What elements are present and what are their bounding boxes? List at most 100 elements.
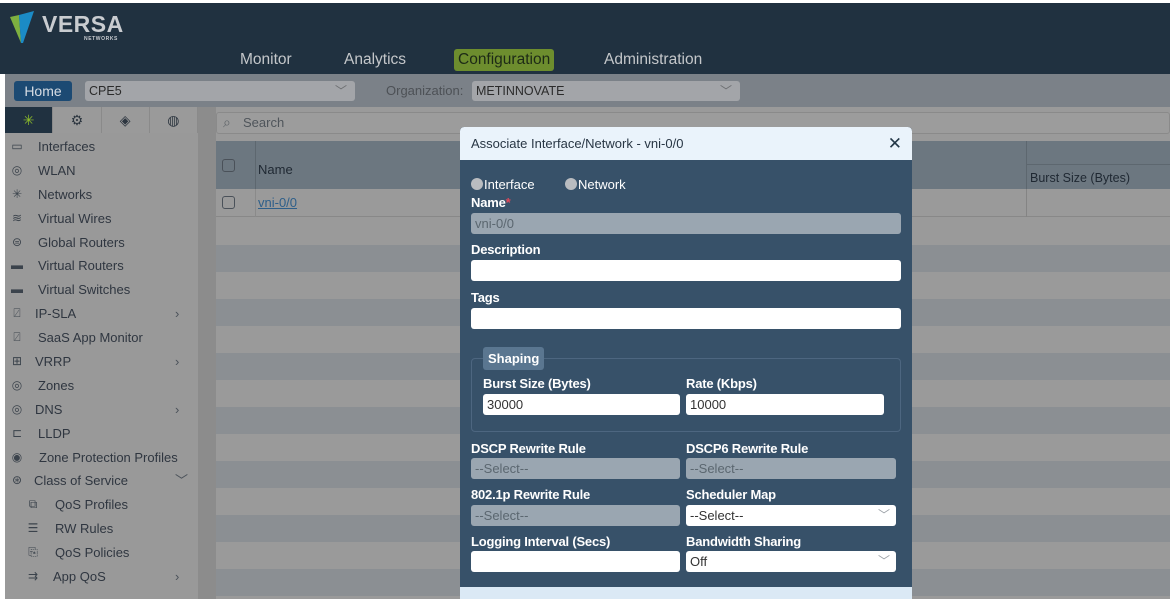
logging-interval-label: Logging Interval (Secs) [471, 534, 611, 549]
sidebar-item-wlan[interactable]: ◎ WLAN [5, 159, 198, 183]
sidebar-item-dns[interactable]: ◎ DNS › [5, 398, 198, 422]
column-divider [1026, 189, 1027, 217]
sidebar-item-qos-policies[interactable]: ⎘ QoS Policies [5, 541, 198, 565]
row-checkbox[interactable] [222, 196, 235, 209]
row-name-link[interactable]: vni-0/0 [258, 195, 297, 210]
sidebar-tabs: ✳ ⚙ ◈ ◍ [5, 107, 198, 133]
sidebar-item-zones[interactable]: ◎ Zones [5, 374, 198, 398]
sidebar-item-virtual-routers[interactable]: ▬ Virtual Routers [5, 254, 198, 278]
shaping-legend: Shaping [483, 347, 545, 370]
dscp-rewrite-select[interactable]: --Select-- [471, 458, 680, 479]
tags-field[interactable] [471, 308, 901, 329]
logging-interval-field[interactable] [471, 551, 680, 572]
sidebar-item-vrrp[interactable]: ⊞ VRRP › [5, 350, 198, 374]
dialog-header: Associate Interface/Network - vni-0/0 ✕ [460, 127, 912, 160]
sidebar-item-virtual-wires[interactable]: ≋ Virtual Wires [5, 207, 198, 231]
sidebar-item-global-routers[interactable]: ⊜ Global Routers [5, 231, 198, 255]
sidebar-item-label: Interfaces [38, 139, 96, 154]
sidebar-item-lldp[interactable]: ⊏ LLDP [5, 422, 198, 446]
sidebar-item-label: SaaS App Monitor [38, 330, 143, 346]
required-marker: * [505, 195, 511, 210]
top-header: VERSA NETWORKS Monitor Analytics Configu… [0, 3, 1170, 74]
sidebar-resize-gutter[interactable] [198, 107, 216, 599]
organization-select[interactable]: METINNOVATE ﹀ [472, 81, 740, 101]
sidebar-item-label: Global Routers [38, 234, 125, 250]
sidebar-item-label: Virtual Wires [38, 210, 112, 226]
gear-icon: ⚙ [70, 111, 84, 128]
nav-monitor[interactable]: Monitor [236, 49, 296, 71]
chevron-right-icon: › [175, 401, 180, 417]
tags-label: Tags [471, 290, 500, 305]
column-header-name[interactable]: Name [258, 162, 293, 177]
sidebar-item-label: Virtual Routers [38, 258, 124, 274]
sidebar-item-label: LLDP [38, 425, 71, 441]
sidebar-item-networks[interactable]: ✳ Networks [5, 183, 198, 207]
tab-others[interactable]: ◍ [149, 107, 198, 133]
zone-protection-icon: ◉ [11, 449, 23, 464]
nav-analytics[interactable]: Analytics [340, 49, 410, 71]
sidebar-item-label: IP-SLA [35, 306, 77, 322]
sidebar-item-class-of-service[interactable]: ⊛ Class of Service ﹀ [5, 469, 198, 493]
appliance-select[interactable]: CPE5 ﹀ [85, 81, 355, 101]
switch-icon: ▬ [11, 282, 23, 297]
lldp-icon: ⊏ [11, 425, 23, 440]
appliance-value: CPE5 [89, 84, 122, 98]
scheduler-map-value: --Select-- [690, 508, 744, 523]
chevron-right-icon: › [175, 354, 180, 370]
close-icon[interactable]: ✕ [888, 134, 902, 154]
sidebar-item-label: RW Rules [55, 521, 114, 537]
tab-services[interactable]: ⚙ [53, 107, 102, 133]
sidebar-item-saas-app-monitor[interactable]: ⍁ SaaS App Monitor [5, 326, 198, 350]
sidebar-item-zone-protection-profiles[interactable]: ◉ Zone Protection Profiles [5, 446, 198, 470]
scheduler-map-select[interactable]: --Select-- ﹀ [686, 505, 896, 526]
cos-icon: ⊛ [11, 473, 23, 488]
tab-networking[interactable]: ✳ [5, 107, 54, 133]
radio-network[interactable]: Network [565, 177, 626, 192]
nav-configuration[interactable]: Configuration [454, 49, 555, 71]
scheduler-map-label: Scheduler Map [686, 487, 776, 502]
column-header-burst-size[interactable]: Burst Size (Bytes) [1027, 165, 1170, 185]
network-icon: ✳ [11, 186, 23, 201]
name-field[interactable]: vni-0/0 [471, 213, 901, 234]
sidebar-item-virtual-switches[interactable]: ▬ Virtual Switches [5, 278, 198, 302]
select-all-checkbox[interactable] [222, 159, 235, 172]
sidebar-item-rw-rules[interactable]: ☰ RW Rules [5, 517, 198, 541]
chevron-right-icon: › [175, 306, 180, 322]
globe-settings-icon: ◍ [167, 111, 180, 128]
app-qos-icon: ⇉ [27, 569, 39, 584]
sidebar-item-label: VRRP [35, 354, 72, 370]
sidebar-item-label: Zone Protection Profiles [39, 449, 178, 465]
sidebar-item-label: App QoS [53, 569, 106, 585]
bandwidth-sharing-select[interactable]: Off ﹀ [686, 551, 896, 572]
dialog-footer [460, 587, 912, 599]
sidebar-item-ip-sla[interactable]: ⍁ IP-SLA › [5, 302, 198, 326]
context-bar: Home CPE5 ﹀ Organization: METINNOVATE ﹀ [5, 74, 1170, 107]
sidebar-item-label: Zones [38, 377, 75, 393]
rate-field[interactable]: 10000 [686, 394, 884, 415]
organization-value: METINNOVATE [476, 84, 565, 98]
burst-size-label: Burst Size (Bytes) [483, 376, 591, 391]
description-field[interactable] [471, 260, 901, 281]
nav-administration[interactable]: Administration [600, 49, 706, 71]
sidebar-item-label: DNS [35, 401, 63, 417]
sidebar-item-label: Virtual Switches [38, 282, 131, 298]
monitor-icon: ⍁ [13, 330, 21, 345]
qos-policy-icon: ⎘ [28, 545, 38, 560]
dot1p-rewrite-label: 802.1p Rewrite Rule [471, 487, 591, 502]
home-button[interactable]: Home [14, 81, 72, 101]
sidebar-item-app-qos[interactable]: ⇉ App QoS › [5, 565, 198, 589]
burst-size-field[interactable]: 30000 [483, 394, 680, 415]
dscp6-rewrite-select[interactable]: --Select-- [686, 458, 896, 479]
wireless-icon: ◎ [11, 162, 23, 177]
column-group-shaping: Burst Size (Bytes) [1026, 141, 1170, 189]
versa-logo-icon [10, 11, 34, 43]
dot1p-rewrite-select[interactable]: --Select-- [471, 505, 680, 526]
sidebar-item-interfaces[interactable]: ▭ Interfaces [5, 135, 198, 159]
radio-interface[interactable]: Interface [471, 177, 535, 192]
sidebar-item-qos-profiles[interactable]: ⧉ QoS Profiles [5, 493, 198, 517]
tab-objects[interactable]: ◈ [101, 107, 150, 133]
name-label-text: Name [471, 195, 506, 210]
header-checkbox-cell [216, 141, 256, 189]
interface-icon: ▭ [11, 139, 23, 153]
chevron-down-icon: ﹀ [877, 554, 890, 568]
